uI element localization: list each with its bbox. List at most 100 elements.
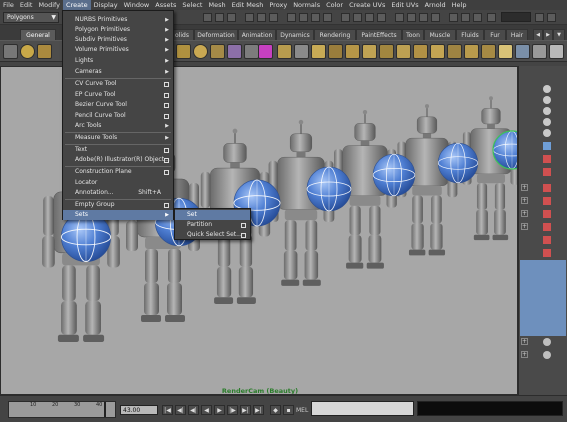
tab-deformation[interactable]: Deformation [194, 29, 238, 40]
open-scene-icon[interactable] [215, 13, 224, 22]
shelf-tool-15-icon[interactable] [413, 44, 428, 59]
snap-curve-icon[interactable] [299, 13, 308, 22]
current-time-field[interactable]: 43.00 [120, 405, 158, 415]
shelf-tool-16-icon[interactable] [430, 44, 445, 59]
play-forwards-icon[interactable]: ▶ [214, 405, 225, 415]
tool-settings-icon[interactable] [419, 13, 428, 22]
cube-tool-icon[interactable] [37, 44, 52, 59]
menu-item-adobe-illustrator-object[interactable]: Adobe(R) Illustrator(R) Object... [63, 155, 173, 165]
graph-editor-icon[interactable] [473, 13, 482, 22]
node-icon-15[interactable] [543, 338, 551, 346]
menu-item-bezier-curve-tool[interactable]: Bezier Curve Tool [63, 100, 173, 110]
menu-item-annotation[interactable]: Annotation... Shift+A [63, 188, 173, 198]
tab-fur[interactable]: Fur [484, 29, 506, 40]
shelf-tool-5-icon[interactable] [244, 44, 259, 59]
menu-proxy[interactable]: Proxy [266, 0, 290, 10]
magnet-icon[interactable] [487, 13, 496, 22]
menu-help[interactable]: Help [449, 0, 470, 10]
selected-nodes-block[interactable] [520, 260, 566, 336]
expand-icon[interactable]: + [521, 210, 528, 217]
option-box-icon[interactable] [164, 148, 169, 153]
shelf-tool-10-icon[interactable] [328, 44, 343, 59]
shelf-tool-9-icon[interactable] [311, 44, 326, 59]
play-backwards-icon[interactable]: ◀ [201, 405, 212, 415]
shelf-tool-20-icon[interactable] [498, 44, 513, 59]
time-slider[interactable]: 10 20 30 40 [8, 401, 116, 418]
shelf-tool-2-icon[interactable] [193, 44, 208, 59]
menu-select[interactable]: Select [179, 0, 205, 10]
shelf-tool-8-icon[interactable] [294, 44, 309, 59]
shelf-tool-21-icon[interactable] [515, 44, 530, 59]
menu-edit[interactable]: Edit [17, 0, 36, 10]
mode-select[interactable]: Polygons ▼ [3, 12, 59, 23]
menu-edit-mesh[interactable]: Edit Mesh [229, 0, 267, 10]
step-back-icon[interactable]: ◀| [188, 405, 199, 415]
tab-animation[interactable]: Animation [238, 29, 276, 40]
select-component-icon[interactable] [269, 13, 278, 22]
node-icon-13[interactable] [543, 236, 551, 244]
menu-display[interactable]: Display [91, 0, 121, 10]
menu-item-arc-tools[interactable]: Arc Tools ▶ [63, 121, 173, 131]
arrow-icon[interactable] [535, 13, 544, 22]
step-forward-icon[interactable]: |▶ [227, 405, 238, 415]
menu-item-subdiv-primitives[interactable]: Subdiv Primitives ▶ [63, 35, 173, 45]
outliner-icon[interactable] [449, 13, 458, 22]
node-icon-10[interactable] [543, 197, 551, 205]
go-to-start-icon[interactable]: |◀ [162, 405, 173, 415]
step-back-key-icon[interactable]: ◀| [175, 405, 186, 415]
node-icon-4[interactable] [543, 118, 551, 126]
menu-item-empty-group[interactable]: Empty Group [63, 200, 173, 210]
shelf-tool-4-icon[interactable] [227, 44, 242, 59]
tab-scroll-right-icon[interactable]: ▶ [543, 29, 553, 40]
node-icon-9[interactable] [543, 184, 551, 192]
menu-item-pencil-curve-tool[interactable]: Pencil Curve Tool [63, 111, 173, 121]
ipr-render-icon[interactable] [365, 13, 374, 22]
panel-toggle-icon[interactable] [547, 13, 556, 22]
expand-icon[interactable]: + [521, 351, 528, 358]
tab-dynamics[interactable]: Dynamics [276, 29, 314, 40]
menu-create-uvs[interactable]: Create UVs [346, 0, 388, 10]
menu-item-measure-tools[interactable]: Measure Tools ▶ [63, 133, 173, 143]
expand-icon[interactable]: + [521, 197, 528, 204]
node-icon-3[interactable] [543, 107, 551, 115]
menu-item-cameras[interactable]: Cameras ▶ [63, 67, 173, 77]
option-box-icon[interactable] [164, 114, 169, 119]
menu-edit-uvs[interactable]: Edit UVs [388, 0, 421, 10]
menu-item-nurbs-primitives[interactable]: NURBS Primitives ▶ [63, 15, 173, 25]
shelf-tool-1-icon[interactable] [176, 44, 191, 59]
hypershade-icon[interactable] [461, 13, 470, 22]
menu-file[interactable]: File [0, 0, 17, 10]
command-language-label[interactable]: MEL [296, 407, 308, 414]
node-icon-2[interactable] [543, 96, 551, 104]
tab-rendering[interactable]: Rendering [314, 29, 356, 40]
history-icon[interactable] [341, 13, 350, 22]
menu-modify[interactable]: Modify [35, 0, 63, 10]
shelf-settings-icon[interactable] [3, 44, 18, 59]
expand-icon[interactable]: + [521, 184, 528, 191]
option-box-icon[interactable] [241, 223, 246, 228]
go-to-end-icon[interactable]: ▶| [253, 405, 264, 415]
option-box-icon[interactable] [164, 170, 169, 175]
tab-painteffects[interactable]: PaintEffects [356, 29, 402, 40]
step-forward-key-icon[interactable]: ▶| [240, 405, 251, 415]
render-settings-icon[interactable] [377, 13, 386, 22]
option-box-icon[interactable] [164, 158, 169, 163]
node-icon-5[interactable] [543, 129, 551, 137]
node-icon-8[interactable] [543, 168, 551, 176]
menu-window[interactable]: Window [121, 0, 153, 10]
shelf-tool-19-icon[interactable] [481, 44, 496, 59]
expand-icon[interactable]: + [521, 338, 528, 345]
option-box-icon[interactable] [241, 233, 246, 238]
menu-item-lights[interactable]: Lights ▶ [63, 56, 173, 66]
shelf-tool-12-icon[interactable] [362, 44, 377, 59]
menu-item-text[interactable]: Text [63, 145, 173, 155]
option-box-icon[interactable] [164, 93, 169, 98]
tab-fluids[interactable]: Fluids [456, 29, 484, 40]
prefs-icon[interactable]: ▪ [283, 405, 294, 415]
attribute-editor-icon[interactable] [407, 13, 416, 22]
save-scene-icon[interactable] [227, 13, 236, 22]
quick-field[interactable] [501, 12, 531, 22]
node-icon-16[interactable] [543, 351, 551, 359]
node-icon-12[interactable] [543, 223, 551, 231]
menu-item-polygon-primitives[interactable]: Polygon Primitives ▶ [63, 25, 173, 35]
